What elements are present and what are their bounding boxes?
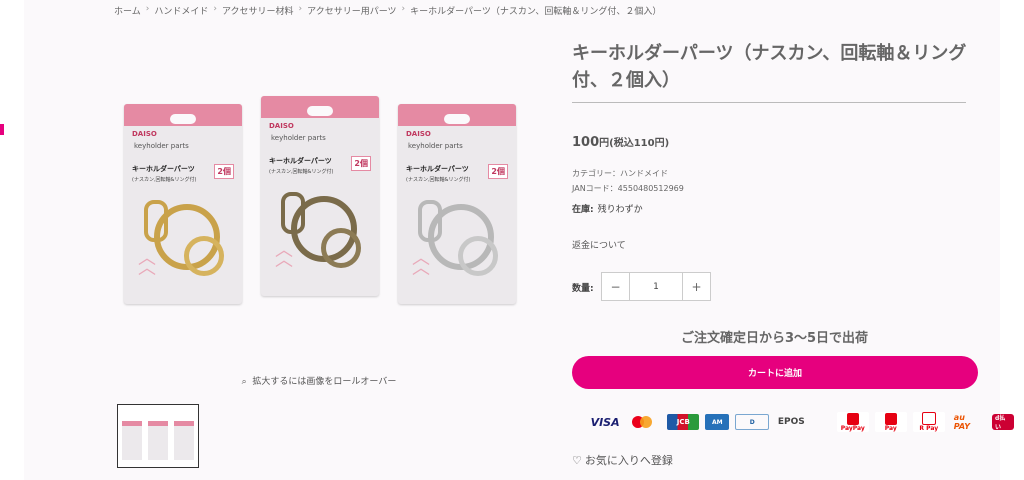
diners-icon: D [735,414,770,430]
d-barai-icon: d払い [991,414,1014,431]
stock-value: 残りわずか [597,205,643,215]
category: カテゴリー：ハンドメイド [572,169,668,178]
heart-icon: ♡ [572,453,582,467]
jcb-icon: JCB [667,414,700,430]
title-divider [572,102,966,103]
scroll-marker [0,124,4,135]
refund-link[interactable]: 返金について [572,238,626,251]
breadcrumb: ホーム › ハンドメイド › アクセサリー材料 › アクセサリー用パーツ › キーホルダ… [114,4,662,17]
price-unit: 円 [599,138,610,149]
breadcrumb-accessory-parts[interactable]: アクセサリー用パーツ [307,4,396,17]
thumbnail-1[interactable] [117,404,199,468]
quantity-input[interactable]: 1 [629,273,683,300]
stock-status: 在庫: 残りわずか [572,202,643,215]
au-pay-icon: au PAY [953,413,970,431]
quantity-decrease-button[interactable]: − [602,273,629,300]
payment-methods: VISA JCB AM D EPOS PayPay Pay R Pay au P… [588,412,1014,432]
epos-icon: EPOS [777,417,805,427]
favorite-label: お気に入りへ登録 [584,454,673,467]
price: 100円(税込110円) [572,134,669,150]
breadcrumb-handmade[interactable]: ハンドメイド [154,4,208,17]
price-tax: (税込110円) [609,138,670,149]
quantity-increase-button[interactable]: + [683,273,710,300]
rakuten-pay-icon: Pay [874,412,907,432]
product-pack-bronze: DAISO keyholder parts キーホルダーパーツ 2個 (ナスカン… [261,96,379,296]
stock-label: 在庫: [572,205,594,215]
price-amount: 100 [572,135,600,150]
quantity-stepper: − 1 + [601,272,711,301]
r-pay-icon: R Pay [912,412,945,432]
page-title: キーホルダーパーツ（ナスカン、回転軸＆リング付、２個入） [572,43,967,91]
breadcrumb-home[interactable]: ホーム [114,4,141,17]
mastercard-icon [628,412,661,432]
product-pack-silver: DAISO keyholder parts キーホルダーパーツ 2個 (ナスカン… [398,104,516,304]
amex-icon: AM [705,414,730,430]
jan-code: JANコード：4550480512969 [572,184,684,193]
visa-icon: VISA [590,415,620,429]
magnifier-icon: ⌕ [241,377,247,387]
thumbnail-strip [117,404,199,468]
zoom-hint: ⌕ 拡大するには画像をロールオーバー [114,374,524,387]
shipping-note: ご注文確定日から3〜5日で出荷 [680,331,869,346]
paypay-icon: PayPay [836,412,869,432]
zoom-hint-text: 拡大するには画像をロールオーバー [252,377,397,387]
breadcrumb-accessory-materials[interactable]: アクセサリー材料 [222,4,294,17]
breadcrumb-current: キーホルダーパーツ（ナスカン、回転軸＆リング付、２個入） [410,7,662,17]
product-pack-gold: DAISO keyholder parts キーホルダーパーツ 2個 (ナスカン… [124,104,242,304]
add-to-cart-button[interactable]: カートに追加 [572,356,978,389]
favorite-button[interactable]: ♡ お気に入りへ登録 [572,452,673,468]
quantity-label: 数量: [572,284,594,294]
